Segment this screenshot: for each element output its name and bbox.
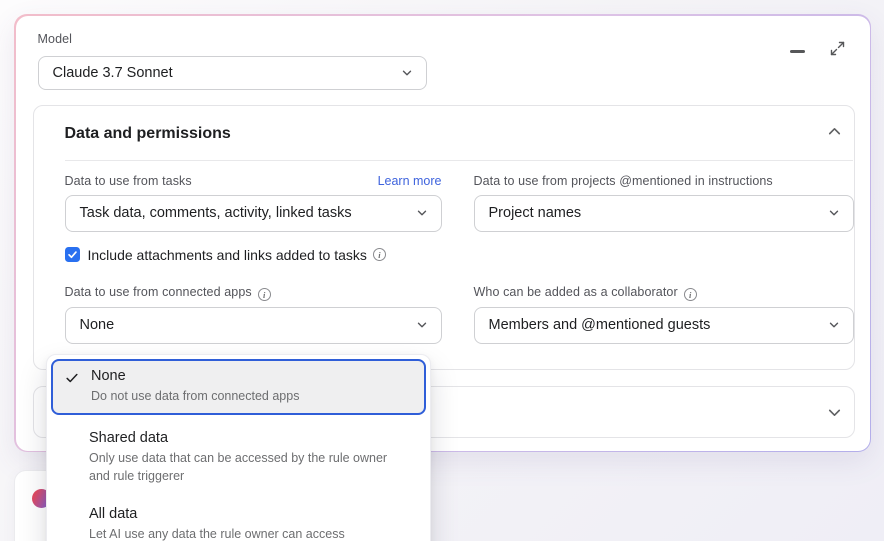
collaborator-label: Who can be added as a collaborator i (474, 285, 697, 301)
projects-data-select[interactable]: Project names (473, 194, 854, 232)
menu-option-title: None (91, 368, 126, 384)
menu-option-none[interactable]: None Do not use data from connected apps (51, 359, 426, 416)
expand-icon (829, 40, 846, 57)
expand-button[interactable] (828, 39, 848, 59)
collaborator-select[interactable]: Members and @mentioned guests (473, 306, 854, 344)
info-icon[interactable]: i (683, 288, 697, 301)
chevron-down-icon (400, 66, 414, 80)
minimize-icon (790, 50, 805, 53)
data-permissions-card: Data and permissions Data to use from ta… (32, 104, 855, 370)
checkmark-icon (65, 368, 91, 390)
collaborator-select-value: Members and @mentioned guests (488, 317, 711, 333)
menu-option-title: All data (89, 506, 138, 523)
menu-option-description: Do not use data from connected apps (91, 389, 300, 403)
model-select[interactable]: Claude 3.7 Sonnet (37, 55, 427, 90)
chevron-down-icon (827, 206, 841, 220)
attachments-checkbox-label: Include attachments and links added to t… (87, 246, 367, 263)
section-title: Data and permissions (64, 124, 231, 142)
menu-option-shared-data[interactable]: Shared data Only use data that can be ac… (51, 421, 426, 493)
attachments-checkbox[interactable] (64, 247, 80, 262)
connected-apps-select-value: None (79, 317, 115, 333)
expand-section-button[interactable] (825, 403, 845, 423)
tasks-data-select-value: Task data, comments, activity, linked ta… (79, 205, 352, 221)
info-icon[interactable]: i (372, 248, 386, 261)
model-select-value: Claude 3.7 Sonnet (52, 64, 173, 81)
connected-apps-label: Data to use from connected apps i (65, 285, 271, 301)
chevron-down-icon (827, 318, 841, 332)
chevron-down-icon (826, 404, 843, 421)
learn-more-link[interactable]: Learn more (65, 174, 442, 188)
menu-option-description: Let AI use any data the rule owner can a… (89, 527, 345, 541)
projects-data-select-value: Project names (488, 205, 582, 221)
menu-option-all-data[interactable]: All data Let AI use any data the rule ow… (51, 497, 426, 541)
chevron-down-icon (415, 318, 429, 332)
connected-apps-select[interactable]: None (64, 306, 442, 344)
chevron-up-icon (826, 123, 843, 140)
minimize-button[interactable] (788, 42, 808, 62)
menu-option-description: Only use data that can be accessed by th… (89, 451, 388, 484)
collapse-section-button[interactable] (825, 122, 845, 142)
chevron-down-icon (415, 206, 429, 220)
attachments-checkbox-row: Include attachments and links added to t… (64, 246, 386, 263)
menu-option-title: Shared data (89, 430, 169, 447)
section-divider (64, 159, 853, 161)
tasks-data-select[interactable]: Task data, comments, activity, linked ta… (64, 194, 442, 232)
info-icon[interactable]: i (257, 288, 271, 301)
model-label: Model (37, 31, 73, 46)
projects-data-label: Data to use from projects @mentioned in … (473, 173, 773, 188)
connected-apps-dropdown-menu: None Do not use data from connected apps… (46, 354, 431, 541)
